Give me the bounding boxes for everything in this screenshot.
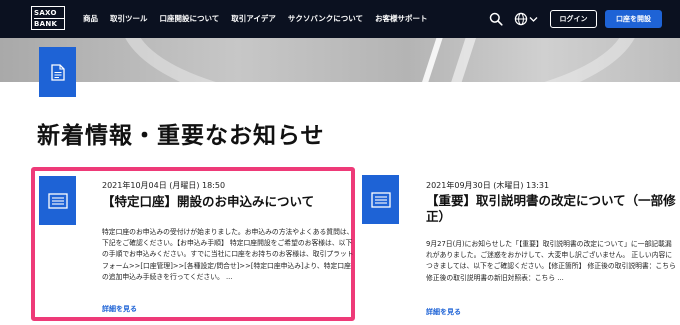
login-button[interactable]: ログイン: [550, 10, 597, 28]
chevron-down-icon[interactable]: [529, 15, 538, 23]
open-account-button[interactable]: 口座を開設: [605, 10, 662, 28]
news-excerpt: 9月27日(月)にお知らせした「【重要】取引説明書の改定について」に一部記載漏れ…: [426, 240, 676, 282]
news-title[interactable]: 【重要】取引説明書の改定について（一部修正）: [426, 193, 676, 225]
read-more-link[interactable]: 詳細を見る: [102, 304, 137, 314]
globe-icon[interactable]: [514, 12, 528, 26]
news-title[interactable]: 【特定口座】開設のお申込みについて: [102, 194, 352, 210]
nav-item-trading-ideas[interactable]: 取引アイデア: [231, 13, 276, 24]
hero-decoration: [120, 38, 640, 82]
logo-line2: BANK: [34, 18, 64, 29]
hero-banner: [0, 38, 680, 82]
nav-item-about[interactable]: サクソバンクについて: [288, 13, 363, 24]
news-list-icon: [39, 176, 76, 225]
news-date: 2021年09月30日 (木曜日) 13:31: [426, 181, 550, 190]
main-nav: 商品 取引ツール 口座開設について 取引アイデア サクソバンクについて お客様サ…: [83, 13, 440, 24]
nav-item-trading-tools[interactable]: 取引ツール: [110, 13, 148, 24]
nav-item-account-opening[interactable]: 口座開設について: [160, 13, 220, 24]
top-header: SAXO BANK 商品 取引ツール 口座開設について 取引アイデア サクソバン…: [0, 0, 680, 38]
news-date: 2021年10月04日 (月曜日) 18:50: [102, 181, 226, 190]
saxo-bank-logo[interactable]: SAXO BANK: [31, 6, 65, 30]
search-icon[interactable]: [489, 12, 503, 26]
news-card[interactable]: 2021年09月30日 (木曜日) 13:31 【重要】取引説明書の改定について…: [360, 173, 680, 325]
news-excerpt: 特定口座のお申込みの受付けが始まりました。お申込みの方法やよくある質問は、下記を…: [102, 228, 354, 281]
nav-item-products[interactable]: 商品: [83, 13, 98, 24]
news-card[interactable]: 2021年10月04日 (月曜日) 18:50 【特定口座】開設のお申込みについ…: [31, 167, 355, 321]
read-more-link[interactable]: 詳細を見る: [426, 307, 461, 317]
page-title: 新着情報・重要なお知らせ: [37, 123, 325, 149]
logo-line1: SAXO: [34, 9, 57, 17]
nav-item-support[interactable]: お客様サポート: [375, 13, 428, 24]
news-list-icon: [362, 175, 399, 224]
document-icon: [39, 47, 76, 97]
